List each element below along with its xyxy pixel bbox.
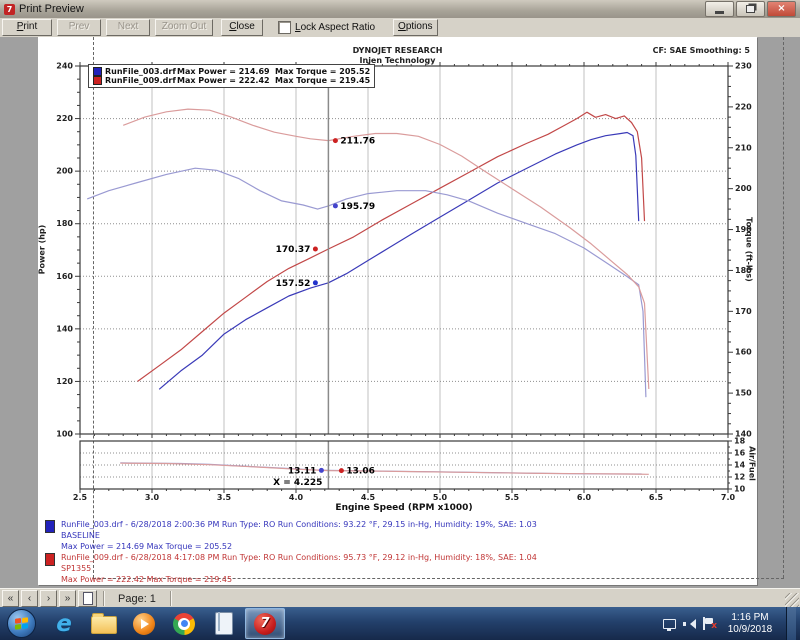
print-button[interactable]: Print: [2, 19, 52, 36]
legend-swatch-red: [93, 76, 102, 85]
zoom-out-button: Zoom Out: [155, 19, 213, 36]
windows-logo-icon: [15, 617, 28, 629]
statusbar-separator: [170, 591, 171, 606]
window-title: Print Preview: [19, 3, 705, 15]
window-titlebar: 7 Print Preview ×: [0, 0, 800, 19]
print-margin-left: [93, 37, 94, 578]
next-button: Next: [106, 19, 150, 36]
media-player-icon: [133, 613, 155, 635]
chart-legend: RunFile_003.drf Max Power = 214.69 Max T…: [88, 64, 375, 88]
next-page-button[interactable]: ›: [40, 590, 57, 607]
page-layout-button[interactable]: [78, 590, 97, 607]
internet-explorer-icon: e: [56, 611, 72, 637]
close-preview-button[interactable]: Close: [221, 19, 263, 36]
legend-row-sp1355: RunFile_009.drf Max Power = 222.42 Max T…: [93, 76, 370, 85]
power-axis-title: Power (hp): [38, 210, 47, 290]
run-icon-blue: [45, 520, 55, 533]
run-conditions: RunFile_009.drf - 6/28/2018 4:17:08 PM R…: [61, 552, 537, 563]
prev-button: Prev: [57, 19, 101, 36]
minimize-icon: [715, 11, 724, 14]
report-header-line1: DYNOJET RESEARCH: [38, 46, 757, 55]
run-conditions: RunFile_003.drf - 6/28/2018 2:00:36 PM R…: [61, 519, 537, 530]
clock-time: 1:16 PM: [721, 612, 779, 624]
taskbar-item-media-player[interactable]: [125, 609, 163, 638]
report-header-right: CF: SAE Smoothing: 5: [653, 46, 750, 55]
action-center-flag-icon[interactable]: x: [702, 617, 714, 630]
legend-swatch-blue: [93, 67, 102, 76]
page-indicator: Page: 1: [110, 593, 164, 605]
run-name: SP1355: [61, 563, 537, 574]
restore-button[interactable]: [736, 1, 765, 17]
close-window-button[interactable]: ×: [767, 1, 796, 17]
run-name: BASELINE: [61, 530, 537, 541]
taskbar-item-file-explorer[interactable]: [85, 609, 123, 638]
resize-grip[interactable]: [785, 593, 799, 607]
statusbar: « ‹ › » Page: 1: [0, 588, 800, 608]
preview-area: DYNOJET RESEARCH Injen Technology CF: SA…: [0, 37, 800, 588]
last-page-button[interactable]: »: [59, 590, 76, 607]
speaker-icon[interactable]: [683, 618, 695, 629]
legend-file: RunFile_003.drf: [105, 67, 177, 76]
print-preview-toolbar: Print Prev Next Zoom Out Close Lock Aspe…: [0, 18, 800, 38]
lock-aspect-ratio-label[interactable]: Lock Aspect Ratio: [295, 22, 375, 33]
run-info-baseline: RunFile_003.drf - 6/28/2018 2:00:36 PM R…: [45, 519, 537, 552]
page-icon: [83, 592, 93, 605]
first-page-button[interactable]: «: [2, 590, 19, 607]
taskbar-clock[interactable]: 1:16 PM 10/9/2018: [721, 612, 779, 636]
close-icon: ×: [777, 4, 785, 14]
folder-icon: [91, 616, 117, 634]
legend-max-power: Max Power = 222.42: [177, 76, 275, 85]
desktop: 7 Print Preview × Print Prev Next Zoom O…: [0, 0, 800, 640]
x-axis-title: Engine Speed (RPM x1000): [80, 503, 728, 513]
legend-max-torque: Max Torque = 219.45: [275, 76, 370, 85]
legend-file: RunFile_009.drf: [105, 76, 177, 85]
legend-max-torque: Max Torque = 205.52: [275, 67, 370, 76]
taskbar-item-dynojet-active[interactable]: 7: [245, 608, 285, 639]
statusbar-separator: [103, 591, 104, 606]
torque-axis-title: Torque (ft-lbs): [745, 207, 754, 293]
af-axis-title: Air/Fuel: [748, 439, 757, 489]
start-button[interactable]: [7, 609, 36, 638]
taskbar-item-calculator[interactable]: [205, 609, 243, 638]
calculator-icon: [215, 612, 233, 635]
run-info-sp1355: RunFile_009.drf - 6/28/2018 4:17:08 PM R…: [45, 552, 537, 585]
taskbar: e 7 x 1:16 PM 10/9/2018: [0, 607, 800, 640]
legend-max-power: Max Power = 214.69: [177, 67, 275, 76]
run-icon-red: [45, 553, 55, 566]
chrome-icon: [173, 613, 195, 635]
print-margin-right: [783, 37, 784, 578]
minimize-button[interactable]: [705, 1, 734, 17]
legend-row-baseline: RunFile_003.drf Max Power = 214.69 Max T…: [93, 67, 370, 76]
network-icon[interactable]: [663, 619, 676, 629]
lock-aspect-ratio-checkbox[interactable]: [278, 21, 291, 34]
system-tray: x 1:16 PM 10/9/2018: [663, 607, 800, 640]
dynojet-icon: 7: [254, 613, 276, 635]
options-button[interactable]: Options: [393, 19, 437, 36]
show-desktop-button[interactable]: [786, 607, 796, 640]
taskbar-item-internet-explorer[interactable]: e: [45, 609, 83, 638]
restore-icon: [746, 5, 755, 13]
taskbar-item-chrome[interactable]: [165, 609, 203, 638]
clock-date: 10/9/2018: [721, 624, 779, 636]
run-maxima: Max Power = 214.69 Max Torque = 205.52: [61, 541, 537, 552]
app-icon: 7: [4, 4, 15, 15]
run-maxima: Max Power = 222.42 Max Torque = 219.45: [61, 574, 537, 585]
prev-page-button[interactable]: ‹: [21, 590, 38, 607]
